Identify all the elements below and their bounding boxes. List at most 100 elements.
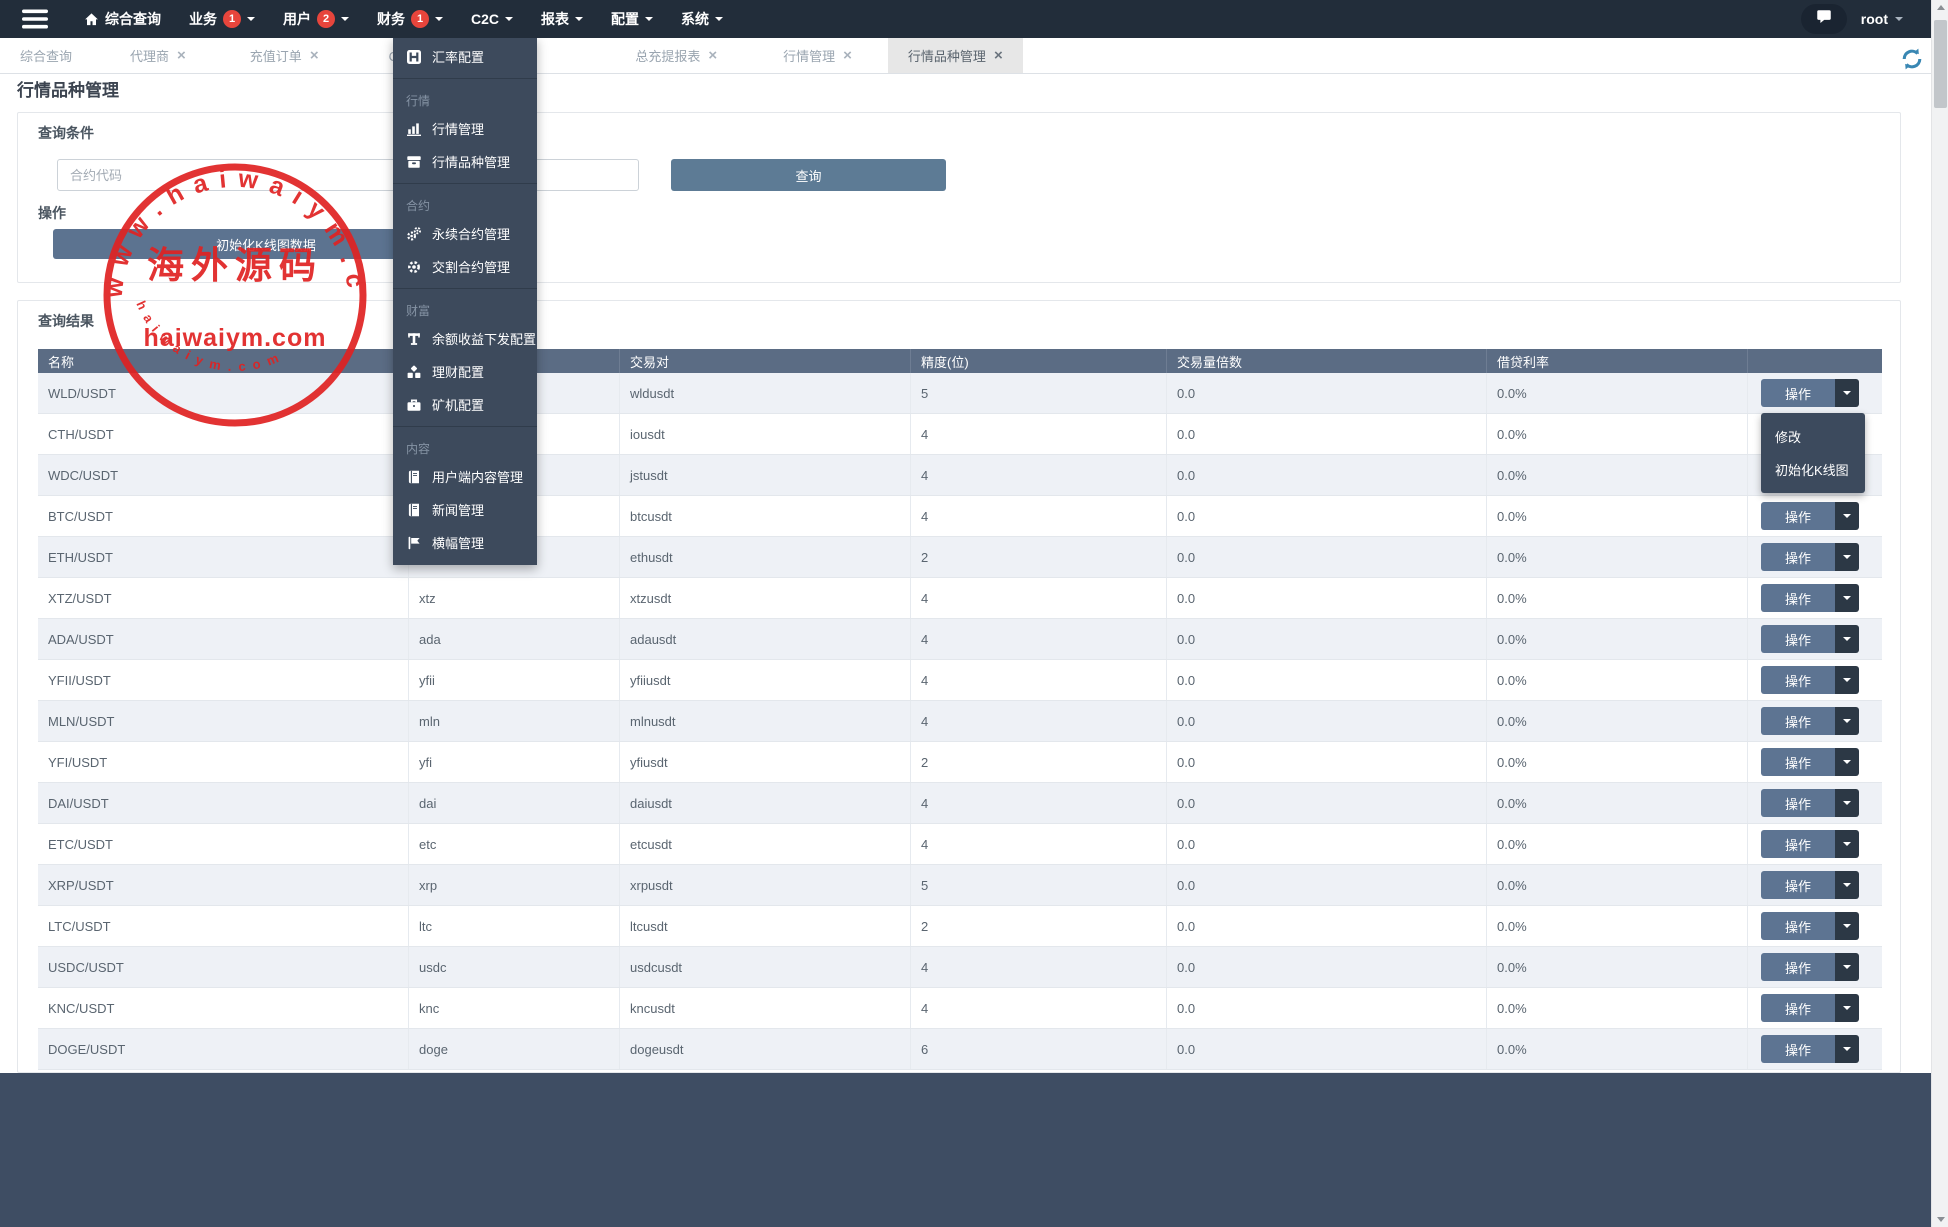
nav-item-系统[interactable]: 系统 bbox=[681, 9, 723, 29]
chevron-down-icon bbox=[247, 17, 255, 21]
row-action-button[interactable]: 操作 bbox=[1761, 666, 1835, 694]
row-action-button[interactable]: 操作 bbox=[1761, 830, 1835, 858]
row-action-split-button: 操作 bbox=[1761, 830, 1859, 858]
row-action-caret-button[interactable] bbox=[1835, 789, 1859, 817]
row-action-button[interactable]: 操作 bbox=[1761, 625, 1835, 653]
search-button[interactable]: 查询 bbox=[671, 159, 946, 191]
row-action-button[interactable]: 操作 bbox=[1761, 1035, 1835, 1063]
scrollbar-up-arrow[interactable] bbox=[1932, 0, 1948, 15]
row-action-button[interactable]: 操作 bbox=[1761, 707, 1835, 735]
tab-行情品种管理[interactable]: 行情品种管理× bbox=[888, 38, 1023, 73]
row-action-button[interactable]: 操作 bbox=[1761, 994, 1835, 1022]
row-action-caret-button[interactable] bbox=[1835, 502, 1859, 530]
chevron-down-icon bbox=[1843, 514, 1851, 518]
row-action-split-button: 操作 bbox=[1761, 789, 1859, 817]
cell-pair: etcusdt bbox=[620, 824, 911, 864]
row-action-button[interactable]: 操作 bbox=[1761, 502, 1835, 530]
cell-name: USDC/USDT bbox=[38, 947, 409, 987]
nav-item-综合查询[interactable]: 综合查询 bbox=[84, 9, 161, 29]
navbar-right: root bbox=[1801, 4, 1931, 34]
contract-code-input[interactable] bbox=[57, 159, 639, 191]
row-action-button[interactable]: 操作 bbox=[1761, 584, 1835, 612]
row-action-caret-button[interactable] bbox=[1835, 625, 1859, 653]
scrollbar-thumb[interactable] bbox=[1934, 20, 1947, 108]
menu-section-合约: 合约 bbox=[393, 189, 537, 217]
nav-item-财务[interactable]: 财务1 bbox=[377, 9, 443, 29]
close-icon[interactable]: × bbox=[708, 48, 717, 63]
nav-item-C2C[interactable]: C2C bbox=[471, 11, 513, 27]
cell-volume_multiple: 0.0 bbox=[1167, 496, 1487, 536]
window-scrollbar[interactable] bbox=[1931, 0, 1948, 1227]
menu-item-行情管理[interactable]: 行情管理 bbox=[393, 112, 537, 145]
close-icon[interactable]: × bbox=[177, 48, 186, 63]
nav-item-报表[interactable]: 报表 bbox=[541, 9, 583, 29]
cell-volume_multiple: 0.0 bbox=[1167, 988, 1487, 1028]
menu-section-内容: 内容 bbox=[393, 432, 537, 460]
row-action-caret-button[interactable] bbox=[1835, 871, 1859, 899]
cell-precision: 4 bbox=[911, 988, 1167, 1028]
row-menu-item-初始化K线图[interactable]: 初始化K线图 bbox=[1761, 453, 1865, 486]
close-icon[interactable]: × bbox=[843, 48, 852, 63]
row-action-split-button: 操作 bbox=[1761, 994, 1859, 1022]
row-action-caret-button[interactable] bbox=[1835, 994, 1859, 1022]
menu-item-新闻管理[interactable]: 新闻管理 bbox=[393, 493, 537, 526]
menu-item-用户端内容管理[interactable]: 用户端内容管理 bbox=[393, 460, 537, 493]
cell-loan_rate: 0.0% bbox=[1487, 906, 1748, 946]
cell-volume_multiple: 0.0 bbox=[1167, 619, 1487, 659]
cell-actions: 操作 bbox=[1748, 988, 1882, 1028]
table-row-XTZ/USDT: XTZ/USDTxtzxtzusdt40.00.0%操作 bbox=[38, 578, 1882, 619]
tab-行情管理[interactable]: 行情管理× bbox=[763, 38, 872, 73]
cell-code: etc bbox=[409, 824, 620, 864]
tab-综合查询[interactable]: 综合查询 bbox=[0, 38, 92, 73]
refresh-icon[interactable] bbox=[1899, 46, 1925, 72]
row-action-button[interactable]: 操作 bbox=[1761, 379, 1835, 407]
row-action-caret-button[interactable] bbox=[1835, 707, 1859, 735]
row-action-button[interactable]: 操作 bbox=[1761, 543, 1835, 571]
row-action-button[interactable]: 操作 bbox=[1761, 748, 1835, 776]
row-action-button[interactable]: 操作 bbox=[1761, 953, 1835, 981]
cell-precision: 4 bbox=[911, 947, 1167, 987]
row-action-button[interactable]: 操作 bbox=[1761, 789, 1835, 817]
cell-volume_multiple: 0.0 bbox=[1167, 906, 1487, 946]
chevron-down-icon bbox=[1843, 555, 1851, 559]
row-action-caret-button[interactable] bbox=[1835, 584, 1859, 612]
row-action-caret-button[interactable] bbox=[1835, 666, 1859, 694]
menu-item-汇率配置[interactable]: 汇率配置 bbox=[393, 40, 537, 73]
row-action-caret-button[interactable] bbox=[1835, 1035, 1859, 1063]
menu-item-永续合约管理[interactable]: 永续合约管理 bbox=[393, 217, 537, 250]
cell-name: WDC/USDT bbox=[38, 455, 409, 495]
nav-item-业务[interactable]: 业务1 bbox=[189, 9, 255, 29]
menu-item-理财配置[interactable]: 理财配置 bbox=[393, 355, 537, 388]
tab-总充提报表[interactable]: 总充提报表× bbox=[615, 38, 737, 73]
menu-section-财富: 财富 bbox=[393, 294, 537, 322]
row-action-button[interactable]: 操作 bbox=[1761, 871, 1835, 899]
row-action-caret-button[interactable] bbox=[1835, 379, 1859, 407]
menu-item-行情品种管理[interactable]: 行情品种管理 bbox=[393, 145, 537, 178]
tab-bar: 综合查询代理商×充值订单×C2C支付方式模板×总充提报表×行情管理×行情品种管理… bbox=[0, 38, 1931, 74]
row-action-caret-button[interactable] bbox=[1835, 748, 1859, 776]
tab-充值订单[interactable]: 充值订单× bbox=[230, 38, 339, 73]
close-icon[interactable]: × bbox=[310, 48, 319, 63]
row-action-caret-button[interactable] bbox=[1835, 543, 1859, 571]
menu-item-矿机配置[interactable]: 矿机配置 bbox=[393, 388, 537, 421]
chat-button[interactable] bbox=[1801, 4, 1847, 34]
row-action-caret-button[interactable] bbox=[1835, 830, 1859, 858]
menu-item-余额收益下发配置[interactable]: 余额收益下发配置 bbox=[393, 322, 537, 355]
nav-item-用户[interactable]: 用户2 bbox=[283, 9, 349, 29]
cell-code: ada bbox=[409, 619, 620, 659]
cell-pair: yfiusdt bbox=[620, 742, 911, 782]
close-icon[interactable]: × bbox=[994, 48, 1003, 63]
user-menu[interactable]: root bbox=[1861, 11, 1903, 27]
chevron-down-icon bbox=[341, 17, 349, 21]
row-action-caret-button[interactable] bbox=[1835, 953, 1859, 981]
hamburger-icon[interactable] bbox=[22, 9, 48, 29]
menu-item-横幅管理[interactable]: 横幅管理 bbox=[393, 526, 537, 559]
row-action-caret-button[interactable] bbox=[1835, 912, 1859, 940]
page-title: 行情品种管理 bbox=[17, 76, 119, 101]
scrollbar-down-arrow[interactable] bbox=[1932, 1212, 1948, 1227]
row-menu-item-修改[interactable]: 修改 bbox=[1761, 420, 1865, 453]
menu-item-交割合约管理[interactable]: 交割合约管理 bbox=[393, 250, 537, 283]
nav-item-配置[interactable]: 配置 bbox=[611, 9, 653, 29]
row-action-button[interactable]: 操作 bbox=[1761, 912, 1835, 940]
tab-代理商[interactable]: 代理商× bbox=[110, 38, 206, 73]
